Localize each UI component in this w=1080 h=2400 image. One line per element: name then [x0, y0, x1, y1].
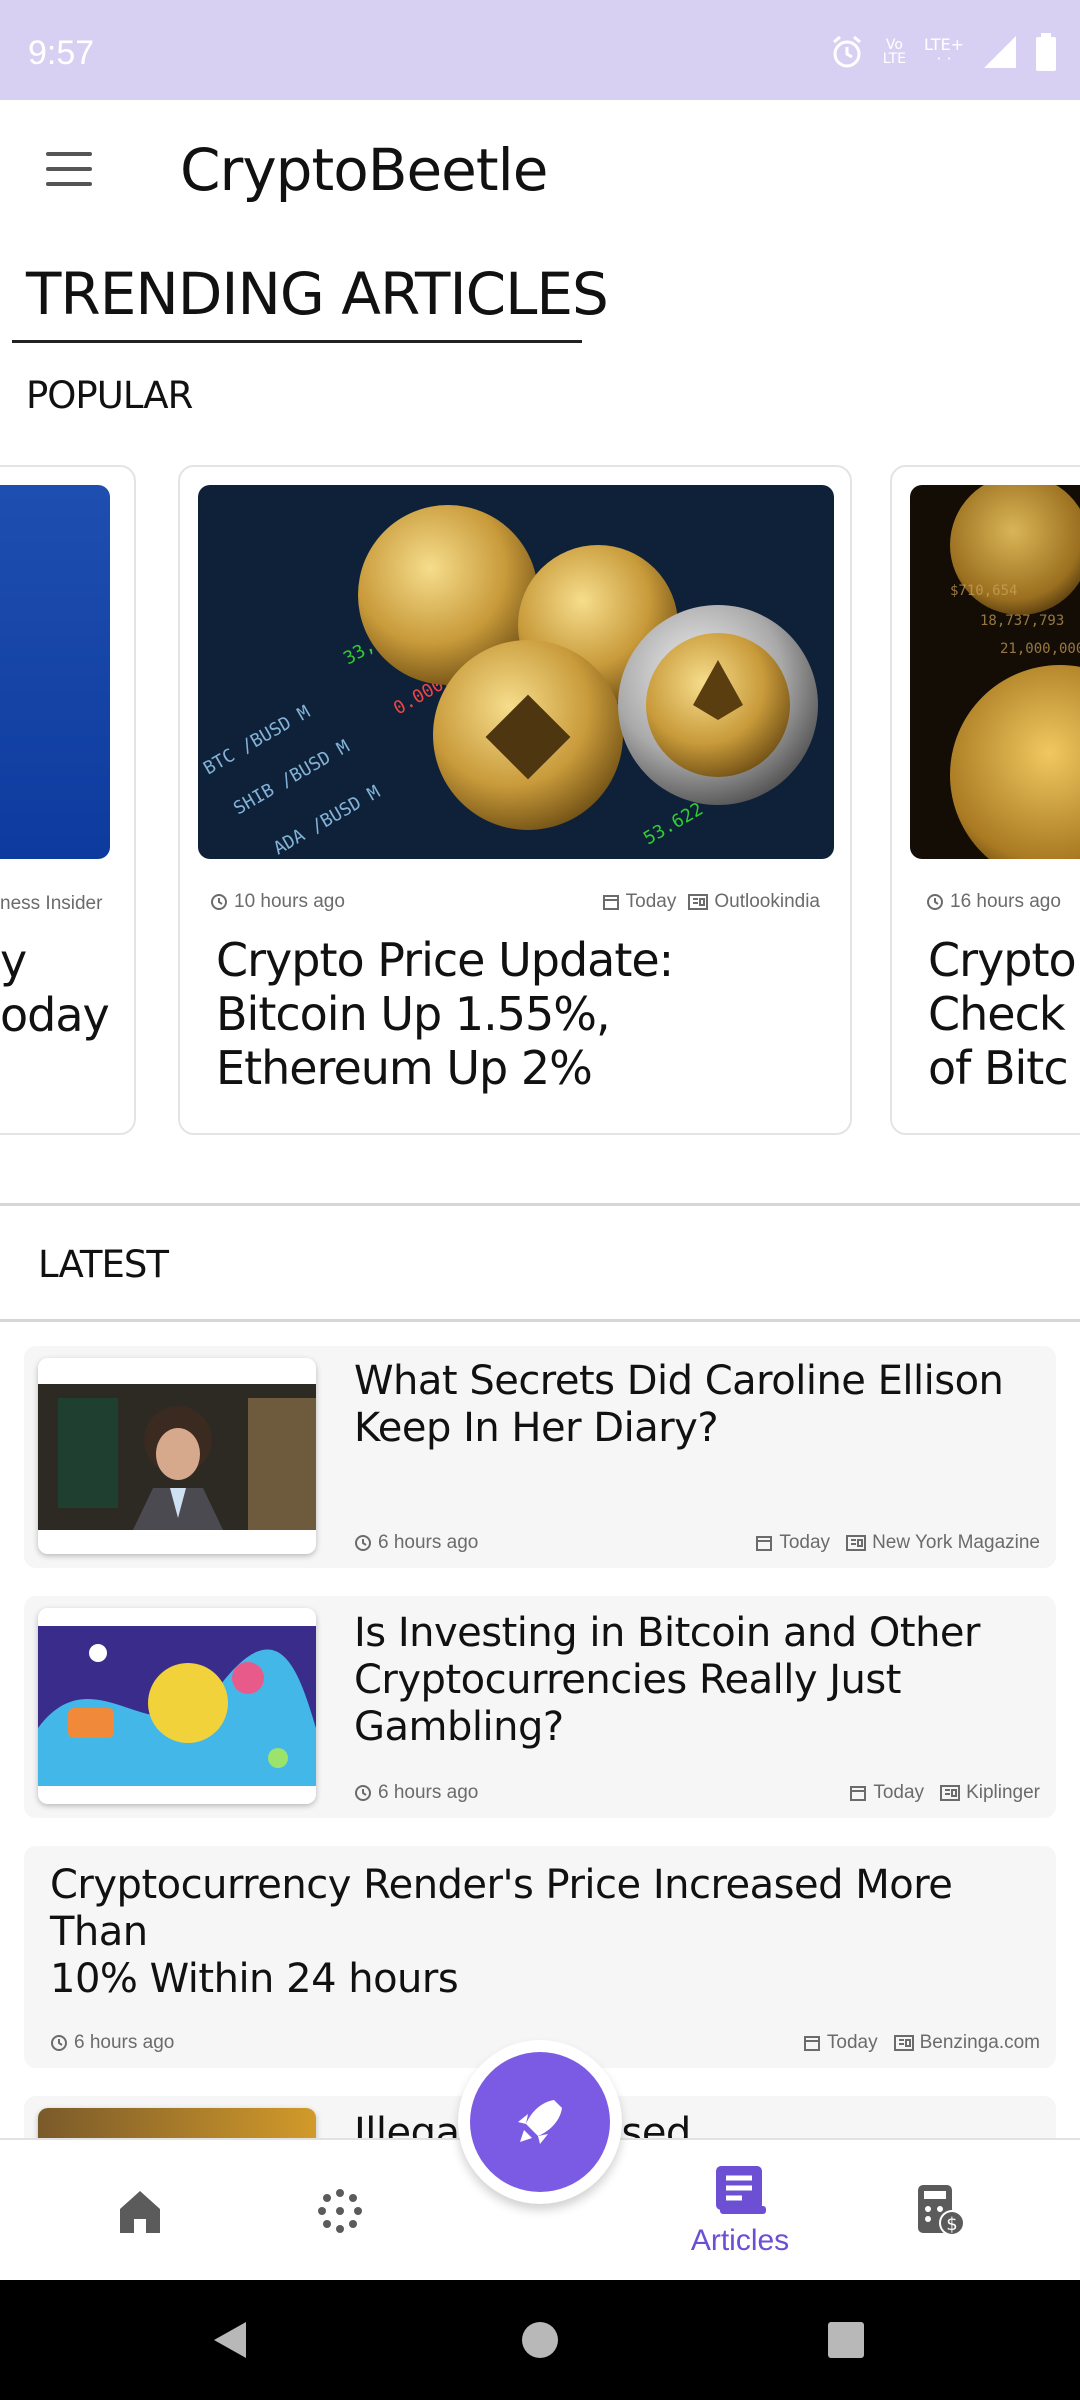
article-thumbnail	[38, 1358, 316, 1554]
home-system-button[interactable]	[500, 2280, 580, 2400]
card-3-headline: Crypto Check of Bitc	[928, 933, 1077, 1095]
section-divider	[0, 1319, 1080, 1322]
rocket-icon	[518, 2100, 562, 2144]
newspaper-icon	[846, 1535, 867, 1551]
nav-explore[interactable]	[290, 2140, 390, 2282]
svg-text:18,737,793: 18,737,793	[980, 613, 1064, 629]
article-image: BTC /BUSD M SHIB /BUSD M ADA /BUSD M 0.0…	[198, 485, 834, 859]
newspaper-icon	[893, 2035, 914, 2051]
card-2-meta-left: 10 hours ago	[210, 891, 345, 913]
nav-articles-label: Articles	[690, 2224, 790, 2257]
back-icon	[214, 2322, 246, 2358]
volte-indicator: Vo LTE	[882, 37, 906, 67]
article-title: What Secrets Did Caroline Ellison Keep I…	[354, 1358, 1004, 1451]
card-2-meta-right: Today Outlookindia	[602, 891, 820, 913]
home-circle-icon	[522, 2322, 558, 2358]
lte-indicator: LTE+ · ·	[924, 35, 964, 68]
article-time: 6 hours ago	[50, 2032, 174, 2054]
popular-card-3[interactable]: $710,654 18,737,793 21,000,000 16 hours ag…	[890, 465, 1080, 1135]
article-thumbnail	[38, 1608, 316, 1804]
article-title: Cryptocurrency Render's Price Increased …	[50, 1862, 953, 2002]
article-meta: Today Benzinga.com	[803, 2032, 1040, 2054]
clock-icon	[355, 1535, 371, 1551]
popular-card-2[interactable]: BTC /BUSD M SHIB /BUSD M ADA /BUSD M 0.0…	[178, 465, 852, 1135]
section-divider	[0, 1203, 1080, 1206]
svg-text:21,000,000: 21,000,000	[1000, 641, 1080, 657]
status-icons: Vo LTE LTE+ · ·	[829, 30, 1056, 74]
battery-icon	[1036, 33, 1056, 71]
calendar-icon	[756, 1536, 773, 1551]
article-time: 6 hours ago	[354, 1532, 478, 1554]
clock-icon	[355, 1785, 371, 1801]
back-button[interactable]	[190, 2280, 270, 2400]
section-underline	[12, 340, 582, 343]
status-bar: 9:57 Vo LTE LTE+ · ·	[0, 0, 1080, 100]
system-navigation-bar	[0, 2280, 1080, 2400]
alarm-icon	[832, 35, 861, 68]
newspaper-icon	[940, 1785, 961, 1801]
article-title: Is Investing in Bitcoin and Other Crypto…	[354, 1610, 980, 1750]
latest-label: LATEST	[38, 1243, 169, 1286]
article-image: $710,654 18,737,793 21,000,000	[910, 485, 1080, 859]
nav-articles[interactable]: Articles	[660, 2140, 820, 2282]
article-time: 6 hours ago	[354, 1782, 478, 1804]
clock-icon	[51, 2035, 67, 2051]
section-title: TRENDING ARTICLES	[26, 260, 609, 328]
nav-wallet[interactable]: $	[890, 2140, 990, 2282]
menu-icon[interactable]	[46, 152, 92, 188]
card-3-meta-left: 16 hours ago	[926, 891, 1061, 913]
calculator-dollar-icon: $	[918, 2185, 965, 2236]
svg-text:$: $	[946, 2214, 957, 2235]
list-item[interactable]: Is Investing in Bitcoin and Other Crypto…	[24, 1596, 1056, 1818]
calendar-icon	[850, 1786, 867, 1801]
status-time: 9:57	[28, 34, 95, 72]
recents-button[interactable]	[806, 2280, 886, 2400]
app-bar: CryptoBeetle	[0, 100, 1080, 246]
card-1-source: ness Insider	[0, 893, 103, 914]
clock-icon	[927, 894, 943, 910]
newspaper-icon	[688, 894, 709, 910]
rocket-button[interactable]	[470, 2052, 610, 2192]
svg-text:$710,654: $710,654	[950, 583, 1017, 599]
sparkle-icon	[318, 2189, 362, 2233]
calendar-icon	[602, 895, 619, 910]
calendar-icon	[803, 2036, 820, 2051]
nav-home[interactable]	[90, 2140, 190, 2282]
app-title: CryptoBeetle	[180, 136, 548, 204]
recents-icon	[828, 2322, 864, 2358]
list-item[interactable]: Cryptocurrency Render's Price Increased …	[24, 1846, 1056, 2068]
signal-icon	[984, 36, 1016, 68]
article-image	[0, 485, 110, 859]
home-icon	[120, 2191, 160, 2233]
article-meta: Today Kiplinger	[849, 1782, 1040, 1804]
card-1-headline: y oday	[0, 934, 110, 1042]
articles-icon	[716, 2166, 766, 2214]
article-meta: Today New York Magazine	[755, 1532, 1040, 1554]
clock-icon	[211, 894, 227, 910]
popular-label: POPULAR	[26, 374, 193, 417]
list-item[interactable]: What Secrets Did Caroline Ellison Keep I…	[24, 1346, 1056, 1568]
app-screen: 9:57 Vo LTE LTE+ · · CryptoBeetle TRENDI…	[0, 0, 1080, 2400]
card-2-headline: Crypto Price Update: Bitcoin Up 1.55%, E…	[216, 933, 674, 1095]
